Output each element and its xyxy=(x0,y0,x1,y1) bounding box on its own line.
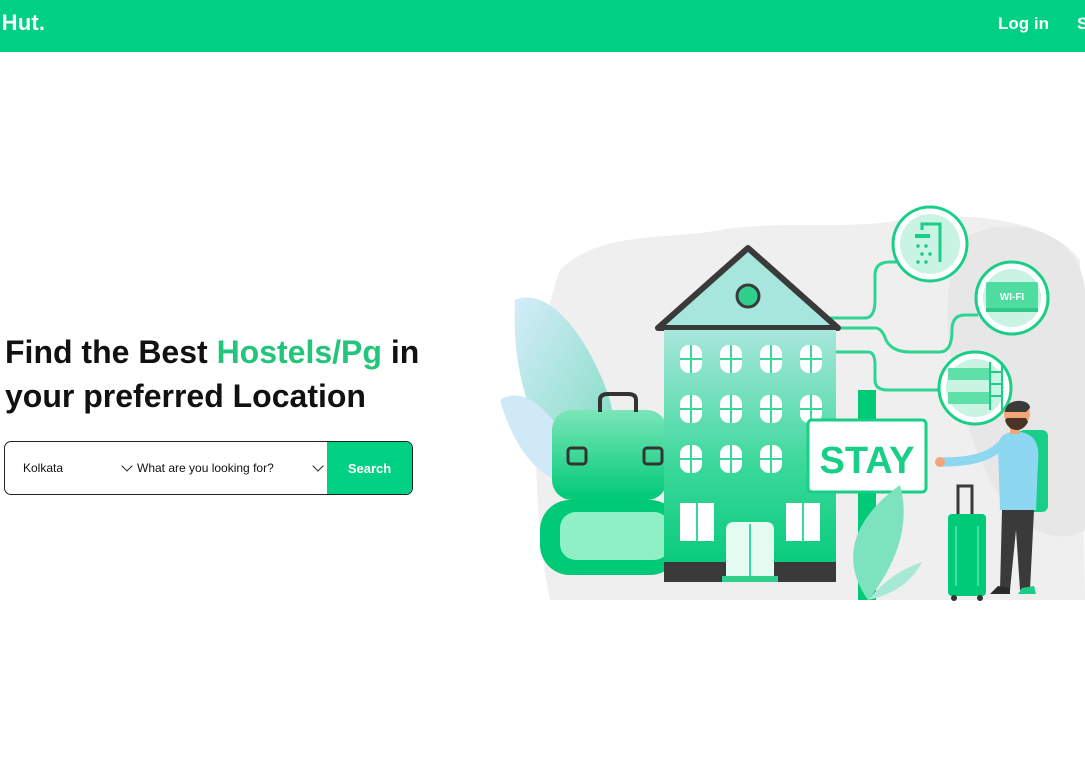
chevron-down-icon xyxy=(312,460,324,472)
search-button[interactable]: Search xyxy=(327,442,412,494)
shower-icon xyxy=(891,205,969,283)
bunk-bed-icon xyxy=(937,350,1013,426)
search-bar: Kolkata What are you looking for? Search xyxy=(4,441,413,495)
chevron-down-icon xyxy=(121,460,133,472)
top-navbar: dHut. Log in S xyxy=(0,0,1085,52)
city-select[interactable]: Kolkata xyxy=(5,442,133,494)
brand-logo[interactable]: dHut. xyxy=(0,10,45,36)
signup-link[interactable]: S xyxy=(1077,14,1085,34)
wifi-label: WI-FI xyxy=(1000,292,1025,303)
hero-heading: Find the Best Hostels/Pg in your preferr… xyxy=(5,330,465,418)
hero-heading-part1: Find the Best xyxy=(5,334,217,370)
login-link[interactable]: Log in xyxy=(998,14,1049,34)
wifi-icon: WI-FI xyxy=(974,260,1050,336)
hostel-illustration: WI-FI STAY xyxy=(500,205,1085,601)
category-select-placeholder: What are you looking for? xyxy=(137,461,274,475)
category-select[interactable]: What are you looking for? xyxy=(133,442,327,494)
hero-heading-accent: Hostels/Pg xyxy=(216,334,382,370)
stay-sign-text: STAY xyxy=(819,440,914,482)
city-select-value: Kolkata xyxy=(23,461,64,475)
backpack-illustration xyxy=(540,392,680,575)
